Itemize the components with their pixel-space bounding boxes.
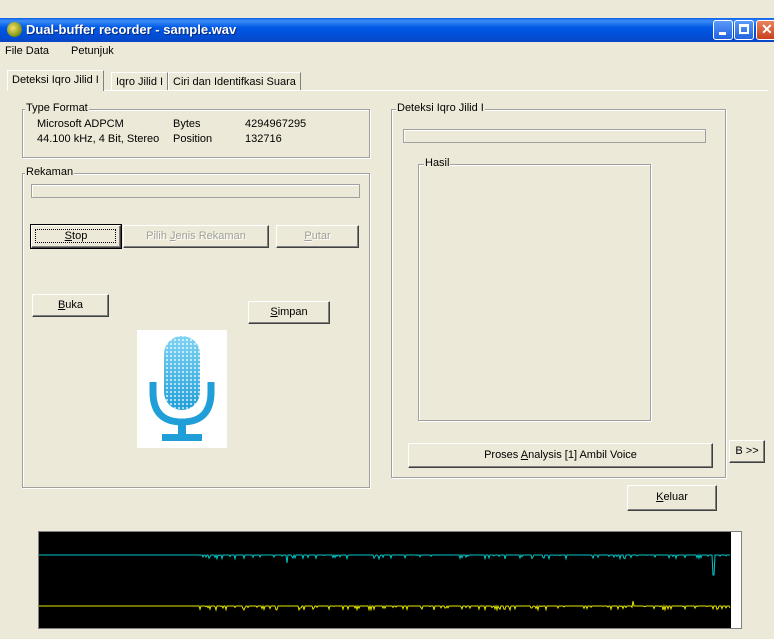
window-title: Dual-buffer recorder - sample.wav bbox=[26, 22, 237, 37]
waveform-display bbox=[38, 531, 742, 629]
simpan-button[interactable]: Simpan bbox=[248, 301, 330, 324]
microphone-icon bbox=[137, 330, 227, 448]
hasil-label: Hasil bbox=[424, 157, 451, 169]
minimize-button[interactable] bbox=[713, 20, 733, 40]
minimize-icon bbox=[719, 32, 726, 35]
title-bar: Dual-buffer recorder - sample.wav ✕ bbox=[0, 18, 774, 42]
record-progress-bar bbox=[31, 184, 360, 198]
tab-iqro-jilid[interactable]: Iqro Jilid I bbox=[111, 72, 169, 91]
rekaman-label: Rekaman bbox=[25, 166, 75, 178]
type-format-group: Type Format Microsoft ADPCM 44.100 kHz, … bbox=[22, 102, 370, 158]
deteksi-group: Deteksi Iqro Jilid I Hasil Proses Analys… bbox=[391, 102, 726, 478]
menu-file-data[interactable]: File Data bbox=[5, 45, 49, 57]
next-b-button[interactable]: B >> bbox=[729, 440, 765, 463]
deteksi-label: Deteksi Iqro Jilid I bbox=[396, 102, 485, 114]
pilih-jenis-rekaman-button[interactable]: Pilih Jenis Rekaman bbox=[123, 225, 269, 248]
maximize-button[interactable] bbox=[734, 20, 754, 40]
proses-analysis-button[interactable]: Proses Analysis [1] Ambil Voice bbox=[408, 443, 713, 468]
stop-button[interactable]: Stop bbox=[30, 224, 122, 249]
maximize-icon bbox=[739, 24, 749, 34]
putar-button[interactable]: Putar bbox=[276, 225, 359, 248]
hasil-group: Hasil bbox=[418, 157, 651, 421]
tab-panel bbox=[8, 90, 768, 91]
rekaman-group: Rekaman Stop Pilih Jenis Rekaman Putar B… bbox=[22, 166, 370, 488]
position-label: Position bbox=[173, 133, 213, 145]
tab-deteksi-iqro[interactable]: Deteksi Iqro Jilid I bbox=[7, 70, 104, 91]
menu-petunjuk[interactable]: Petunjuk bbox=[71, 45, 114, 57]
app-icon bbox=[7, 22, 22, 37]
focus-ring bbox=[35, 229, 116, 243]
menu-bar: File Data Petunjuk bbox=[0, 42, 774, 60]
bytes-label: Bytes bbox=[173, 118, 201, 130]
main-window: Dual-buffer recorder - sample.wav ✕ File… bbox=[0, 0, 774, 639]
type-format-label: Type Format bbox=[25, 102, 89, 114]
bytes-value: 4294967295 bbox=[245, 118, 307, 130]
format-text: 44.100 kHz, 4 Bit, Stereo bbox=[37, 133, 160, 145]
codec-text: Microsoft ADPCM bbox=[37, 118, 124, 130]
tab-ciri-identifikasi[interactable]: Ciri dan Identifkasi Suara bbox=[168, 72, 301, 91]
keluar-button[interactable]: Keluar bbox=[627, 485, 717, 511]
deteksi-progress-bar bbox=[403, 129, 706, 143]
buka-button[interactable]: Buka bbox=[32, 294, 109, 317]
waveform-canvas bbox=[39, 532, 741, 628]
close-button[interactable]: ✕ bbox=[756, 20, 774, 40]
position-value: 132716 bbox=[245, 133, 282, 145]
close-icon: ✕ bbox=[761, 21, 773, 37]
